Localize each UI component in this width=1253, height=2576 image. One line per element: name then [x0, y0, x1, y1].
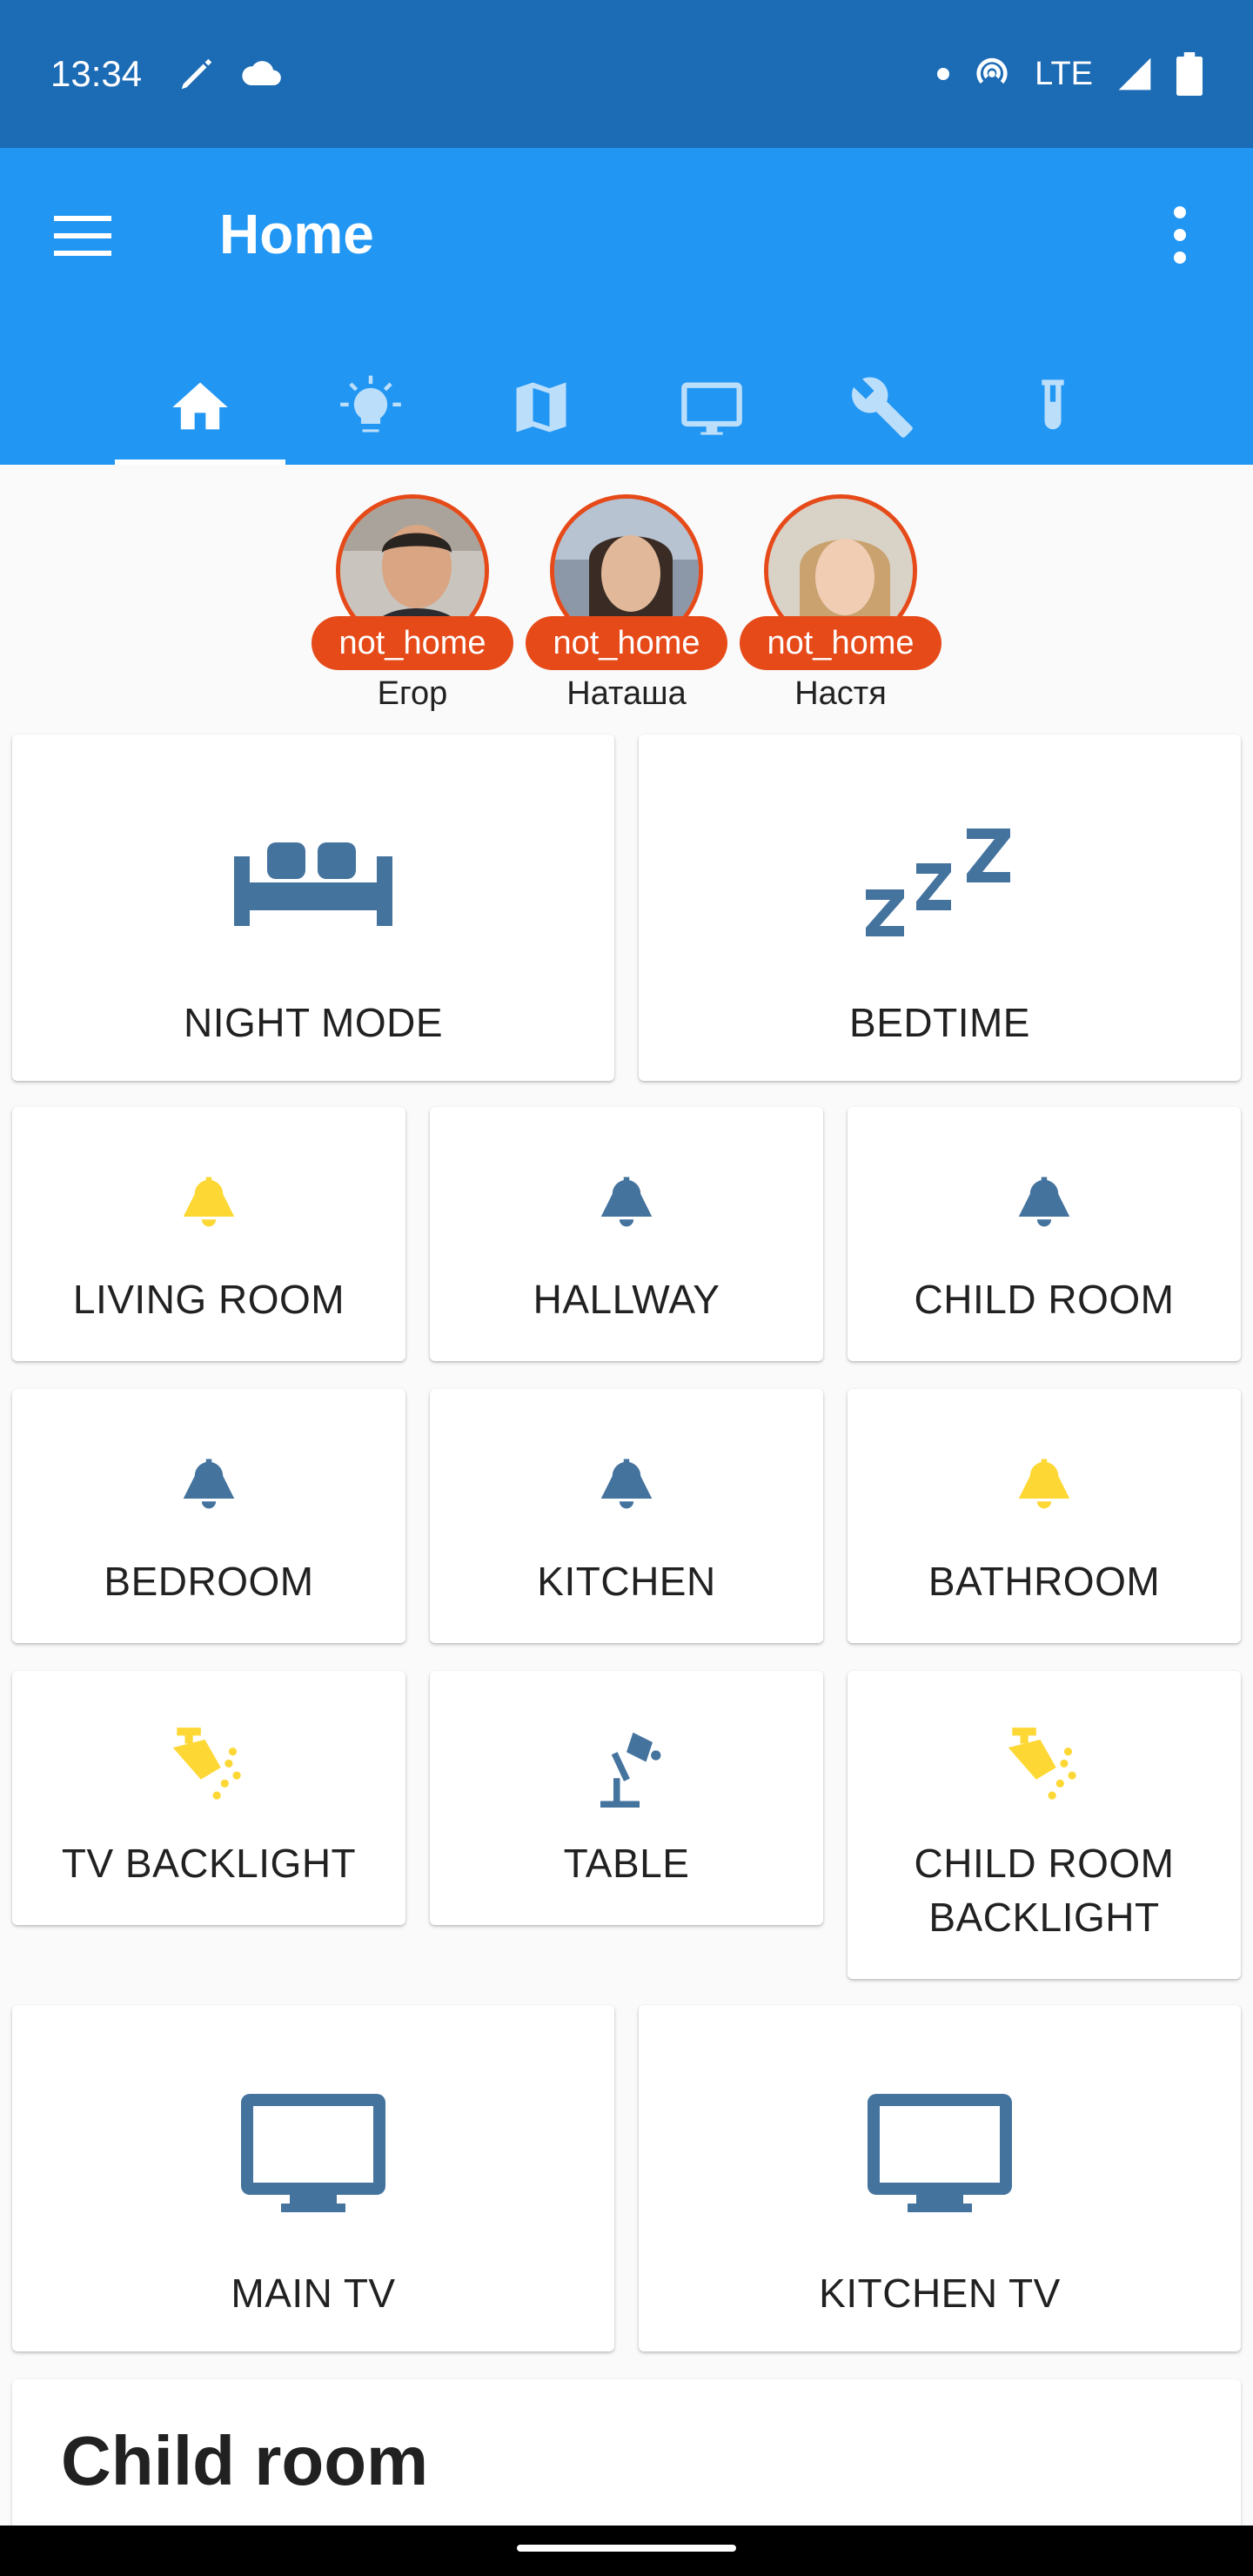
- light-label: TABLE: [563, 1841, 690, 1886]
- tv-icon: [241, 2094, 385, 2212]
- battery-icon: [1176, 52, 1203, 96]
- light-tv-backlight-button[interactable]: TV BACKLIGHT: [12, 1671, 405, 1925]
- light-label: CHILD ROOM: [914, 1277, 1175, 1322]
- status-time: 13:34: [50, 53, 143, 94]
- light-bedroom-button[interactable]: BEDROOM: [12, 1389, 405, 1643]
- ceiling-light-icon: [1018, 1177, 1070, 1227]
- dot-icon: [937, 68, 950, 80]
- ceiling-light-icon: [183, 1177, 235, 1227]
- light-label: BATHROOM: [928, 1559, 1161, 1604]
- light-kitchen-button[interactable]: KITCHEN: [430, 1389, 823, 1643]
- tv-icon: [868, 2094, 1012, 2212]
- person-badge[interactable]: not_home Егор: [308, 494, 517, 712]
- light-label: HALLWAY: [533, 1277, 720, 1322]
- person-name: Настя: [794, 675, 887, 712]
- home-gesture-handle[interactable]: [517, 2545, 736, 2552]
- tab-lab[interactable]: [968, 348, 1138, 465]
- person-badge[interactable]: not_home Наташа: [522, 494, 731, 712]
- scene-night-mode-button[interactable]: NIGHT MODE: [12, 735, 614, 1081]
- desk-lamp-icon: [600, 1732, 661, 1808]
- status-bar: 13:34 LTE: [0, 0, 1253, 148]
- light-bathroom-button[interactable]: BATHROOM: [848, 1389, 1241, 1643]
- page-title: Home: [219, 203, 374, 265]
- person-state-badge: not_home: [526, 616, 727, 670]
- view-tabs: [115, 348, 1138, 465]
- person-name: Наташа: [566, 675, 687, 712]
- sofa-icon: [234, 842, 392, 926]
- hotspot-icon: [976, 57, 1008, 84]
- person-state-badge: not_home: [312, 616, 513, 670]
- person-badges: not_home Егор not_home Наташа not_home Н…: [0, 494, 1253, 729]
- media-label: KITCHEN TV: [819, 2271, 1061, 2316]
- flask-icon: [1042, 379, 1064, 430]
- wrench-icon: [852, 377, 913, 438]
- tab-lights[interactable]: [285, 348, 456, 465]
- home-icon: [172, 382, 228, 430]
- scene-label: BEDTIME: [849, 1000, 1030, 1045]
- lightbulb-icon: [340, 375, 401, 433]
- person-state-badge: not_home: [740, 616, 941, 670]
- tab-tools[interactable]: [797, 348, 968, 465]
- light-label: CHILD ROOM BACKLIGHT: [914, 1841, 1175, 1940]
- scene-label: NIGHT MODE: [183, 1000, 444, 1045]
- overflow-menu-button[interactable]: [1157, 204, 1203, 266]
- spotlight-icon: [1008, 1727, 1076, 1800]
- ceiling-light-icon: [600, 1177, 653, 1227]
- more-vert-icon: [1174, 206, 1186, 264]
- sleep-zzz-icon: [866, 828, 1010, 936]
- light-label: LIVING ROOM: [72, 1277, 345, 1322]
- person-name: Егор: [377, 675, 448, 712]
- map-icon: [516, 382, 566, 433]
- light-label: KITCHEN: [537, 1559, 716, 1604]
- hamburger-icon: [54, 216, 111, 256]
- light-child-room-button[interactable]: CHILD ROOM: [848, 1107, 1241, 1361]
- media-main-tv-button[interactable]: MAIN TV: [12, 2005, 614, 2351]
- network-type: LTE: [1035, 55, 1093, 92]
- person-badge[interactable]: not_home Настя: [736, 494, 945, 712]
- light-table-button[interactable]: TABLE: [430, 1671, 823, 1925]
- media-kitchen-tv-button[interactable]: KITCHEN TV: [639, 2005, 1241, 2351]
- light-child-room-backlight-button[interactable]: CHILD ROOM BACKLIGHT: [848, 1671, 1241, 1979]
- cloud-icon: [242, 61, 281, 85]
- section-title: Child room: [61, 2422, 429, 2499]
- tab-home[interactable]: [115, 348, 285, 465]
- gesture-nav-bar: [0, 2526, 1253, 2576]
- light-hallway-button[interactable]: HALLWAY: [430, 1107, 823, 1361]
- spotlight-icon: [172, 1727, 241, 1800]
- light-living-room-button[interactable]: LIVING ROOM: [12, 1107, 405, 1361]
- scene-bedtime-button[interactable]: BEDTIME: [639, 735, 1241, 1081]
- tab-map[interactable]: [456, 348, 626, 465]
- signal-icon: [1118, 57, 1151, 91]
- monitor-icon: [681, 382, 742, 435]
- ceiling-light-icon: [183, 1459, 235, 1509]
- ceiling-light-icon: [1018, 1459, 1070, 1509]
- light-label: BEDROOM: [104, 1559, 314, 1604]
- pen-icon: [181, 58, 212, 90]
- tab-media[interactable]: [626, 348, 797, 465]
- ceiling-light-icon: [600, 1459, 653, 1509]
- media-label: MAIN TV: [231, 2271, 396, 2316]
- app-toolbar: Home: [0, 148, 1253, 465]
- light-label: TV BACKLIGHT: [61, 1841, 357, 1886]
- menu-button[interactable]: [54, 212, 117, 259]
